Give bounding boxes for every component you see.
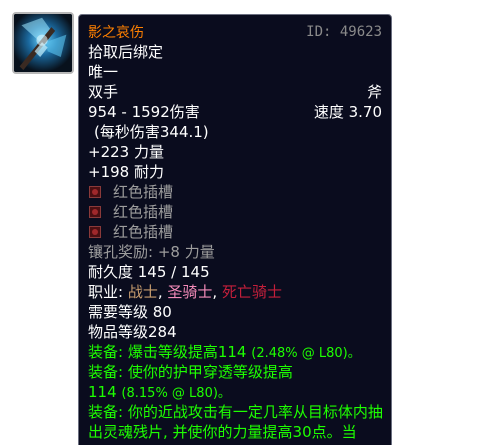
axe-icon xyxy=(12,12,74,74)
required-level: 需要等级 80 xyxy=(88,303,172,321)
equip-text[interactable]: 你的近战攻击有一定几率从目标体内抽出灵魂残片, 并使你的力量提高30点。当 xyxy=(88,403,383,441)
item-level: 物品等级284 xyxy=(88,323,177,341)
equip-prefix: 装备: xyxy=(88,363,128,381)
socket-bonus: 镶孔奖励: +8 力量 xyxy=(88,243,215,261)
item-tooltip: 影之哀伤 ID: 49623 拾取后绑定 唯一 双手 斧 954 - 1592伤… xyxy=(78,14,392,445)
equip-text-cont[interactable]: 114 xyxy=(88,383,117,401)
equip-effect-proc: 装备: 你的近战攻击有一定几率从目标体内抽出灵魂残片, 并使你的力量提高30点。… xyxy=(88,402,383,442)
weapon-type: 斧 xyxy=(366,83,382,101)
stat-stamina: +198 耐力 xyxy=(88,163,164,181)
classes-row: 职业: 战士, 圣骑士, 死亡骑士 xyxy=(88,282,383,302)
socket-label: 红色插槽 xyxy=(113,223,174,241)
unique-text: 唯一 xyxy=(88,63,119,81)
red-socket-icon xyxy=(89,226,101,238)
equip-note: (8.15% @ L80)。 xyxy=(121,386,231,401)
class-separator: , xyxy=(212,283,222,301)
dps-text: (每秒伤害344.1) xyxy=(88,122,383,142)
socket-row: 红色插槽 xyxy=(88,202,383,222)
red-socket-icon xyxy=(89,186,101,198)
bind-text: 拾取后绑定 xyxy=(88,43,164,61)
classes-label: 职业: xyxy=(88,283,128,301)
equip-prefix: 装备: xyxy=(88,343,128,361)
stat-strength: +223 力量 xyxy=(88,143,164,161)
class-warrior-link[interactable]: 战士 xyxy=(128,283,158,301)
socket-row: 红色插槽 xyxy=(88,182,383,202)
equip-prefix: 装备: xyxy=(88,403,128,421)
item-name[interactable]: 影之哀伤 xyxy=(88,25,144,41)
socket-row: 红色插槽 xyxy=(88,222,383,242)
item-id: ID: 49623 xyxy=(306,24,382,40)
slot-row: 双手 斧 xyxy=(88,82,383,102)
socket-label: 红色插槽 xyxy=(113,203,174,221)
dps-value: (每秒伤害344.1) xyxy=(94,123,209,141)
equip-effect-armor-pen-cont: 114 (8.15% @ L80)。 xyxy=(88,382,383,402)
red-socket-icon xyxy=(89,206,101,218)
damage-row: 954 - 1592伤害 速度 3.70 xyxy=(88,102,383,122)
page: 影之哀伤 ID: 49623 拾取后绑定 唯一 双手 斧 954 - 1592伤… xyxy=(0,0,500,445)
class-paladin-link[interactable]: 圣骑士 xyxy=(167,283,212,301)
class-death-knight-link[interactable]: 死亡骑士 xyxy=(222,283,282,301)
equip-note: (2.48% @ L80)。 xyxy=(251,346,361,361)
equip-text[interactable]: 爆击等级提高114 xyxy=(128,343,247,361)
damage-text: 954 - 1592伤害 xyxy=(88,103,200,121)
item-header: 影之哀伤 ID: 49623 xyxy=(88,22,383,42)
class-separator: , xyxy=(157,283,168,301)
speed-text: 速度 3.70 xyxy=(313,103,382,121)
slot-text: 双手 xyxy=(88,83,119,101)
socket-label: 红色插槽 xyxy=(113,183,174,201)
durability-text: 耐久度 145 / 145 xyxy=(88,263,210,281)
equip-effect-crit: 装备: 爆击等级提高114 (2.48% @ L80)。 xyxy=(88,342,383,362)
equip-text[interactable]: 使你的护甲穿透等级提高 xyxy=(128,363,293,381)
equip-effect-armor-pen: 装备: 使你的护甲穿透等级提高 xyxy=(88,362,383,382)
